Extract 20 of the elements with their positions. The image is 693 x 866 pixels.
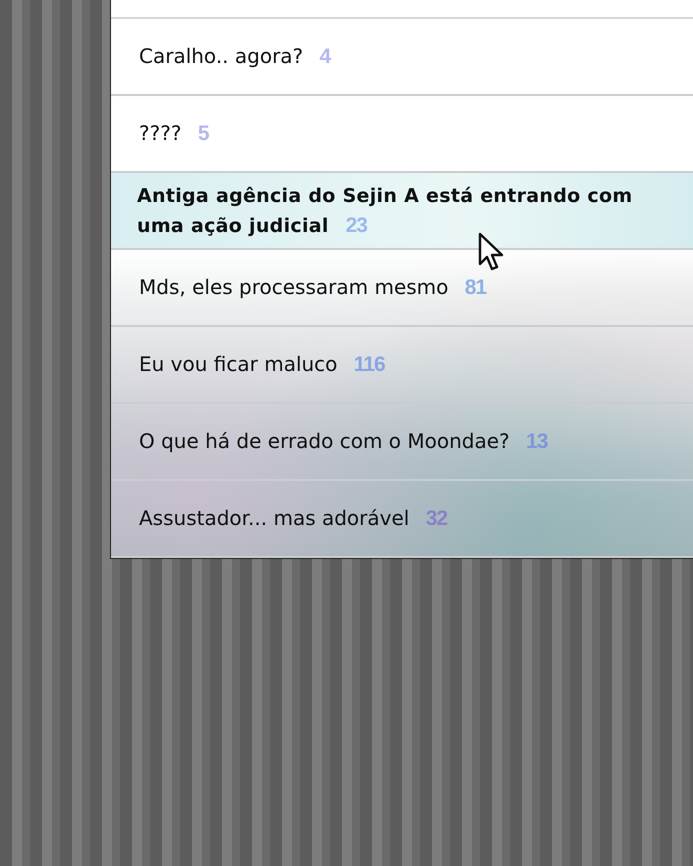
- topic-row[interactable]: Assustador... mas adorável 32: [111, 481, 693, 558]
- cursor-icon: [478, 232, 504, 272]
- topic-row[interactable]: Antiga agência do Sejin A está entrando com uma ação judicial 23: [111, 173, 693, 250]
- topic-title: Antiga agência do Sejin A está entrando com uma ação judicial 23: [137, 184, 634, 238]
- reply-count: 32: [426, 507, 448, 530]
- reply-count: 4: [320, 45, 330, 68]
- reply-count: 81: [464, 276, 486, 299]
- reply-count: 23: [346, 214, 367, 236]
- topic-title: Assustador... mas adorável 32: [139, 505, 448, 532]
- topic-title: ???? 5: [139, 120, 209, 147]
- reply-count: 116: [354, 353, 385, 376]
- topic-row[interactable]: Caralho.. agora? 4: [111, 19, 693, 96]
- topic-row[interactable]: Eu vou ficar maluco 116: [111, 327, 693, 404]
- topic-title: Mds, eles processaram mesmo 81: [139, 274, 486, 301]
- topic-title: Eu vou ficar maluco 116: [139, 351, 385, 378]
- topic-row[interactable]: O que há de errado com o Moondae? 13: [111, 404, 693, 481]
- topic-title: O que há de errado com o Moondae? 13: [139, 428, 548, 455]
- topic-title: Caralho.. agora? 4: [139, 43, 330, 70]
- reply-count: 5: [198, 122, 209, 145]
- reply-count: 13: [526, 430, 548, 453]
